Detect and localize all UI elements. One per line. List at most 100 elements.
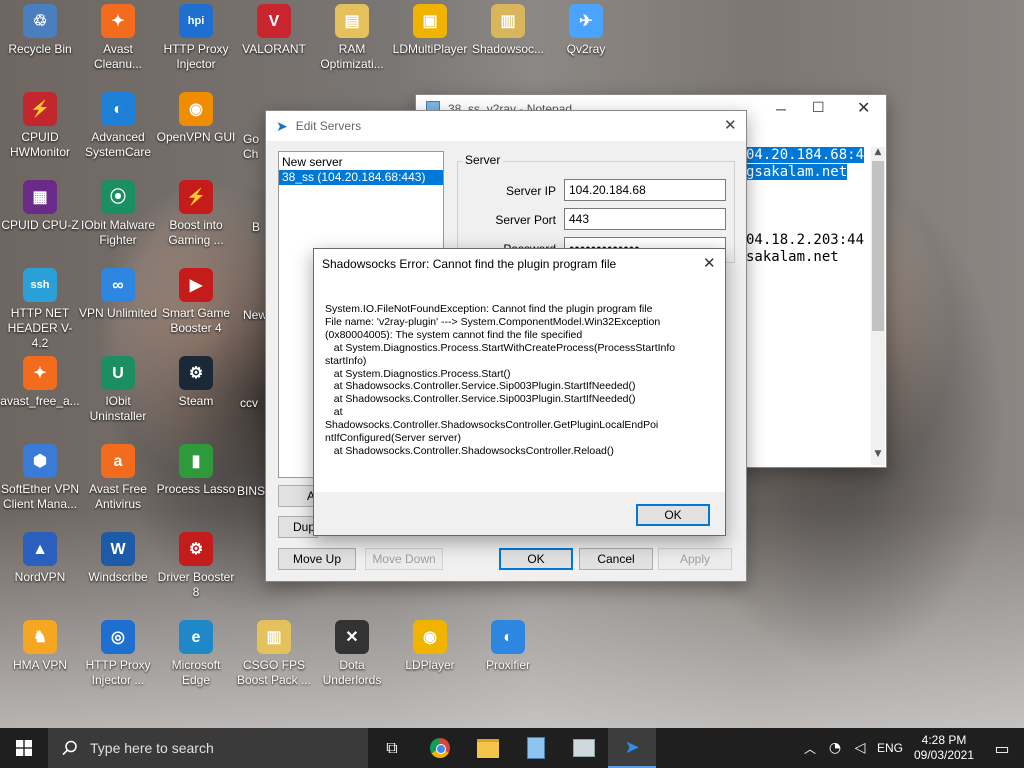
desktop-icon[interactable]: ▮ Process Lasso [156,444,236,497]
desktop-icon[interactable]: ▥ CSGO FPS Boost Pack ... [234,620,314,688]
language-indicator[interactable]: ENG [872,741,908,755]
search-box[interactable]: Type here to search [48,728,368,768]
desktop-icon-label: HTTP Proxy Injector ... [85,658,151,687]
desktop-icon-partial[interactable]: BINS [237,484,267,499]
desktop-icon[interactable]: e Microsoft Edge [156,620,236,688]
start-button[interactable] [0,728,48,768]
error-message-line: at [325,406,343,419]
desktop-icon[interactable]: ▦ CPUID CPU-Z [0,180,80,233]
desktop-icon[interactable]: ◉ OpenVPN GUI [156,92,236,145]
app-icon: ssh [23,268,57,302]
app-icon: ◐ [101,92,135,126]
desktop-icon[interactable]: ▥ Shadowsoc... [468,4,548,57]
desktop-icon[interactable]: ⚙ Driver Booster 8 [156,532,236,600]
app-icon: ▶ [179,268,213,302]
close-icon[interactable]: ✕ [703,254,716,272]
desktop-icon[interactable]: ⦿ IObit Malware Fighter [78,180,158,248]
move-down-button[interactable]: Move Down [365,548,443,570]
maximize-icon[interactable]: ☐ [812,99,825,116]
close-icon[interactable]: ✕ [857,98,870,118]
error-dialog-titlebar[interactable]: Shadowsocks Error: Cannot find the plugi… [314,249,725,279]
server-port-input[interactable] [564,208,726,230]
desktop-icon-label: Process Lasso [156,482,236,496]
desktop-icon[interactable]: ◐ Advanced SystemCare [78,92,158,160]
volume-icon[interactable]: ◁ [848,740,872,756]
desktop-icon[interactable]: ◐ Proxifier [468,620,548,673]
edit-servers-titlebar[interactable]: ➤ Edit Servers ✕ [266,111,746,141]
notification-icon[interactable]: ▭ [980,739,1024,758]
scroll-down-icon[interactable]: ▼ [871,449,885,459]
error-message-line: File name: 'v2ray-plugin' ---> System.Co… [325,315,661,328]
apply-button[interactable]: Apply [658,548,732,570]
error-ok-button[interactable]: OK [636,504,710,526]
desktop-icon[interactable]: ▤ RAM Optimizati... [312,4,392,72]
desktop-icon-label: VPN Unlimited [78,306,158,320]
scroll-up-icon[interactable]: ▲ [871,147,885,157]
search-placeholder: Type here to search [90,740,214,756]
notepad-scrollbar[interactable]: ▲ ▼ [871,147,885,465]
desktop-icon[interactable]: ◎ HTTP Proxy Injector ... [78,620,158,688]
ok-button[interactable]: OK [499,548,573,570]
app-icon: ▥ [491,4,525,38]
error-message-line: at System.Diagnostics.Process.StartWithC… [325,341,676,354]
desktop-icon[interactable]: ⚡ Boost into Gaming ... [156,180,236,248]
app-icon: ⚙ [179,356,213,390]
server-ip-input[interactable] [564,179,726,201]
desktop-icon[interactable]: ∞ VPN Unlimited [78,268,158,321]
desktop-icon-label: Dota Underlords [322,658,382,687]
desktop-icon[interactable]: ✕ Dota Underlords [312,620,392,688]
desktop-icon[interactable]: a Avast Free Antivirus [78,444,158,512]
minimize-icon[interactable]: ─ [776,101,786,117]
desktop-icon[interactable]: ⚡ CPUID HWMonitor [0,92,80,160]
notepad-taskbar-icon[interactable] [512,737,560,759]
error-dialog[interactable]: Shadowsocks Error: Cannot find the plugi… [313,248,726,536]
desktop-icon[interactable]: ✈ Qv2ray [546,4,626,57]
desktop-icon[interactable]: U IObit Uninstaller [78,356,158,424]
app-taskbar-icon[interactable] [560,739,608,757]
desktop-icon[interactable]: ◉ LDPlayer [390,620,470,673]
scroll-thumb[interactable] [872,161,884,331]
desktop-icon[interactable]: ▣ LDMultiPlayer [390,4,470,57]
desktop-icon[interactable]: V VALORANT [234,4,314,57]
cancel-button[interactable]: Cancel [579,548,653,570]
clock-time: 4:28 PM [921,733,967,747]
desktop-icon-label: LDPlayer [405,658,455,672]
server-list-item-selected[interactable]: 38_ss (104.20.184.68:443) [279,170,443,185]
desktop-icon-label: SoftEther VPN Client Mana... [0,482,80,511]
desktop-icon-label: Shadowsoc... [471,42,545,56]
desktop-icon[interactable]: hpi HTTP Proxy Injector [156,4,236,72]
error-message: System.IO.FileNotFoundException: Cannot … [325,303,717,458]
desktop-icon[interactable]: ✦ avast_free_a... [0,356,80,409]
desktop-icon[interactable]: ✦ Avast Cleanu... [78,4,158,72]
add-button[interactable]: A [278,485,318,507]
close-icon[interactable]: ✕ [724,116,737,134]
file-explorer-icon[interactable] [464,738,512,758]
error-message-line: System.IO.FileNotFoundException: Cannot … [325,303,653,315]
task-view-icon[interactable]: ⧉ [368,738,416,758]
shadowsocks-icon: ➤ [276,117,288,134]
move-up-button[interactable]: Move Up [278,548,356,570]
desktop-icon[interactable]: ⚙ Steam [156,356,236,409]
desktop-icon[interactable]: W Windscribe [78,532,158,585]
desktop-icon-label: IObit Uninstaller [89,394,147,423]
app-icon: ▥ [257,620,291,654]
server-list-item[interactable]: New server [279,152,443,170]
app-icon: ⬢ [23,444,57,478]
clock[interactable]: 4:28 PM 09/03/2021 [908,733,980,763]
desktop-icon[interactable]: ♞ HMA VPN [0,620,80,673]
desktop-icon[interactable]: ▶ Smart Game Booster 4 [156,268,236,336]
duplicate-button[interactable]: Dup [278,516,318,538]
desktop-icon-label: Boost into Gaming ... [168,218,224,247]
desktop-icon[interactable]: ⬢ SoftEther VPN Client Mana... [0,444,80,512]
desktop-icon-label: Advanced SystemCare [84,130,152,159]
desktop-icon-label: Avast Cleanu... [93,42,143,71]
desktop-icon[interactable]: ♲ Recycle Bin [0,4,80,57]
shadowsocks-taskbar-icon[interactable]: ➤ [608,728,656,768]
chrome-taskbar-icon[interactable] [416,738,464,758]
chevron-up-icon[interactable]: ︿ [798,740,822,757]
desktop-icon[interactable]: ▲ NordVPN [0,532,80,585]
app-icon: ⦿ [101,180,135,214]
app-icon: hpi [179,4,213,38]
desktop-icon[interactable]: ssh HTTP NET HEADER V-4.2 [0,268,80,351]
wifi-icon[interactable]: ◔ [822,740,848,756]
